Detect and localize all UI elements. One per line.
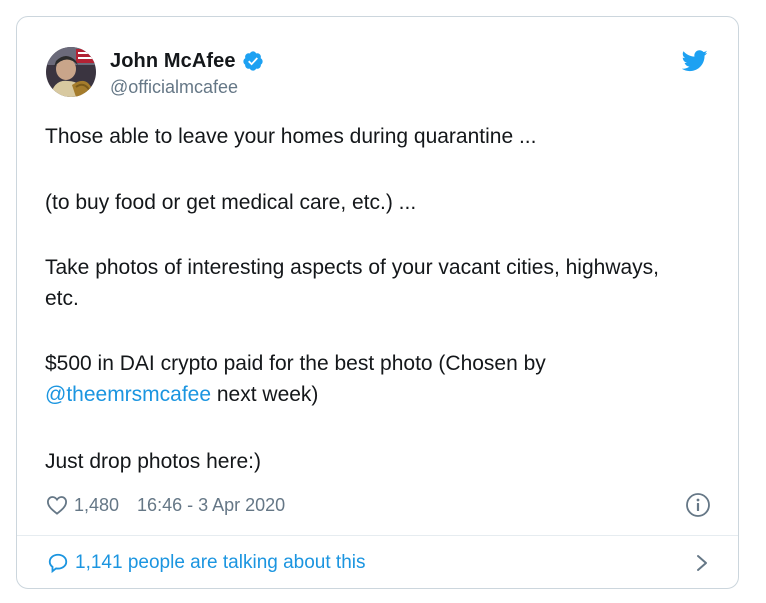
speech-bubble-icon: [47, 552, 69, 574]
handle[interactable]: @officialmcafee: [110, 77, 264, 98]
talking-about-text: 1,141 people are talking about this: [75, 552, 366, 573]
author-names: John McAfee @officialmcafee: [110, 49, 264, 98]
talking-about-link[interactable]: 1,141 people are talking about this: [47, 549, 707, 577]
twitter-bird-icon[interactable]: [681, 50, 708, 72]
tweet-text-segment: $500 in DAI crypto paid for the best pho…: [45, 352, 546, 375]
verified-badge-icon: [242, 50, 264, 72]
tweet-header: John McAfee @officialmcafee: [17, 17, 738, 117]
tweet-card: John McAfee @officialmcafee Those able t…: [16, 16, 739, 589]
tweet-line: Just drop photos here:): [45, 450, 261, 473]
timestamp-link[interactable]: 16:46 - 3 Apr 2020: [137, 495, 285, 516]
like-button[interactable]: 1,480: [46, 495, 119, 516]
tweet-meta: 1,480 16:46 - 3 Apr 2020: [46, 491, 711, 519]
info-icon[interactable]: [685, 492, 711, 518]
like-count: 1,480: [74, 494, 120, 515]
display-name[interactable]: John McAfee: [110, 50, 236, 73]
mention-link[interactable]: @theemrsmcafee: [45, 383, 211, 406]
avatar[interactable]: [46, 47, 96, 97]
divider: [17, 535, 738, 536]
tweet-line: Take photos of interesting aspects of yo…: [45, 256, 659, 310]
tweet-text-segment: next week): [211, 383, 319, 406]
tweet-line: Those able to leave your homes during qu…: [45, 125, 537, 148]
heart-icon: [46, 495, 68, 515]
chevron-right-icon[interactable]: [695, 554, 709, 572]
tweet-line-with-mention: $500 in DAI crypto paid for the best pho…: [45, 348, 685, 410]
name-row: John McAfee: [110, 49, 264, 73]
tweet-line: (to buy food or get medical care, etc.) …: [45, 191, 417, 214]
